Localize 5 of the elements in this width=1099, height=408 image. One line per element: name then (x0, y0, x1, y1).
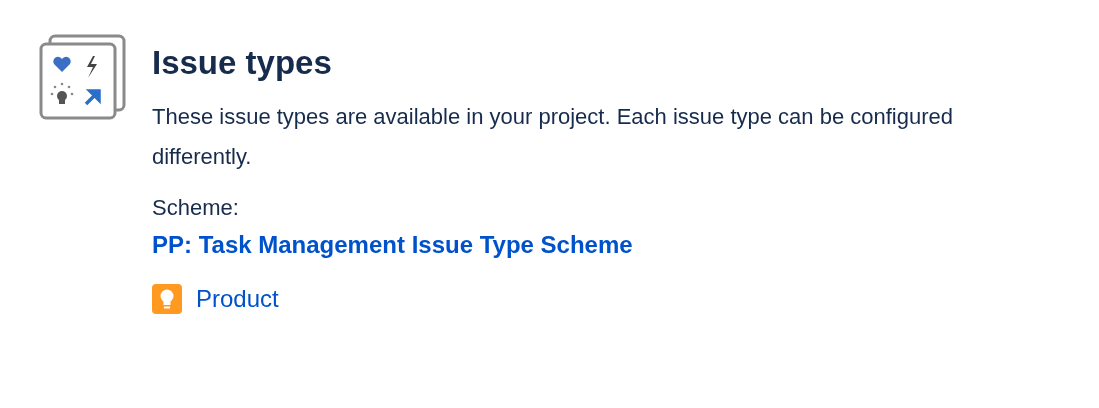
page-title: Issue types (152, 43, 333, 83)
issue-type-link[interactable]: Product (196, 281, 279, 318)
scheme-link[interactable]: PP: Task Management Issue Type Scheme (152, 227, 633, 264)
scheme-label: Scheme: (152, 194, 240, 223)
description: These issue types are available in your project. Each issue type can be configured differently. (152, 103, 954, 172)
